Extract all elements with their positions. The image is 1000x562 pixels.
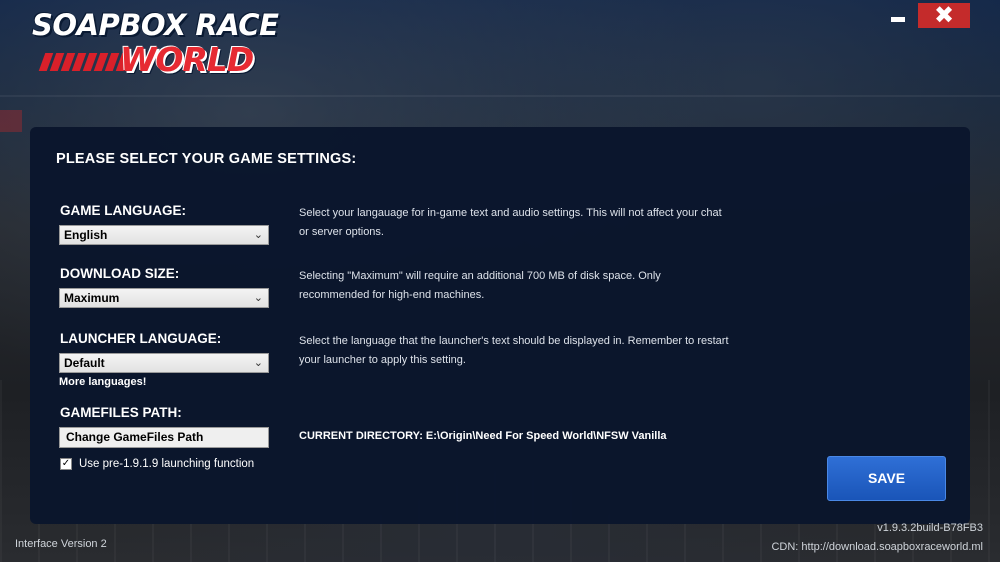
panel-title: PLEASE SELECT YOUR GAME SETTINGS:: [56, 151, 357, 167]
launcher-language-value: Default: [64, 356, 105, 370]
launch-option-row: ✓ Use pre-1.9.1.9 launching function: [60, 458, 254, 470]
launch-option-label: Use pre-1.9.1.9 launching function: [79, 458, 255, 470]
chevron-down-icon: ⌄: [253, 357, 263, 369]
launcher-language-description: Select the language that the launcher's …: [299, 335, 729, 366]
launcher-language-label: LAUNCHER LANGUAGE:: [60, 331, 222, 346]
current-directory-text: CURRENT DIRECTORY: E:\Origin\Need For Sp…: [299, 430, 667, 442]
chevron-down-icon: ⌄: [253, 229, 263, 241]
game-language-select[interactable]: English ⌄: [59, 225, 269, 245]
gamefiles-path-label: GAMEFILES PATH:: [60, 405, 182, 420]
download-size-value: Maximum: [64, 291, 120, 305]
close-button[interactable]: ✖: [918, 3, 970, 28]
download-size-label: DOWNLOAD SIZE:: [60, 266, 180, 281]
download-size-description: Selecting "Maximum" will require an addi…: [299, 270, 661, 301]
download-size-select[interactable]: Maximum ⌄: [59, 288, 269, 308]
change-gamefiles-path-button[interactable]: Change GameFiles Path: [59, 427, 269, 448]
launcher-language-select[interactable]: Default ⌄: [59, 353, 269, 373]
interface-version: Interface Version 2: [15, 538, 107, 550]
launch-option-checkbox[interactable]: ✓: [60, 458, 72, 470]
background-streak: [0, 95, 1000, 97]
app-logo: SOAPBOX RACE WORLD: [32, 8, 279, 79]
game-language-description: Select your langauage for in-game text a…: [299, 207, 722, 238]
cdn-url: CDN: http://download.soapboxraceworld.ml: [771, 541, 983, 553]
game-language-label: GAME LANGUAGE:: [60, 203, 186, 218]
save-button[interactable]: SAVE: [827, 456, 946, 501]
settings-panel: PLEASE SELECT YOUR GAME SETTINGS: GAME L…: [30, 127, 970, 524]
logo-subtitle: WORLD: [120, 40, 254, 79]
chevron-down-icon: ⌄: [253, 292, 263, 304]
minimize-button[interactable]: [887, 3, 911, 28]
game-language-value: English: [64, 228, 108, 242]
close-icon: ✖: [933, 2, 955, 29]
background-light: [0, 110, 22, 132]
logo-title: SOAPBOX RACE: [32, 8, 279, 42]
build-version: v1.9.3.2build-B78FB3: [877, 522, 983, 534]
more-languages-link[interactable]: More languages!: [59, 376, 146, 388]
logo-stripes-icon: [38, 53, 131, 71]
minimize-icon: [891, 17, 905, 22]
